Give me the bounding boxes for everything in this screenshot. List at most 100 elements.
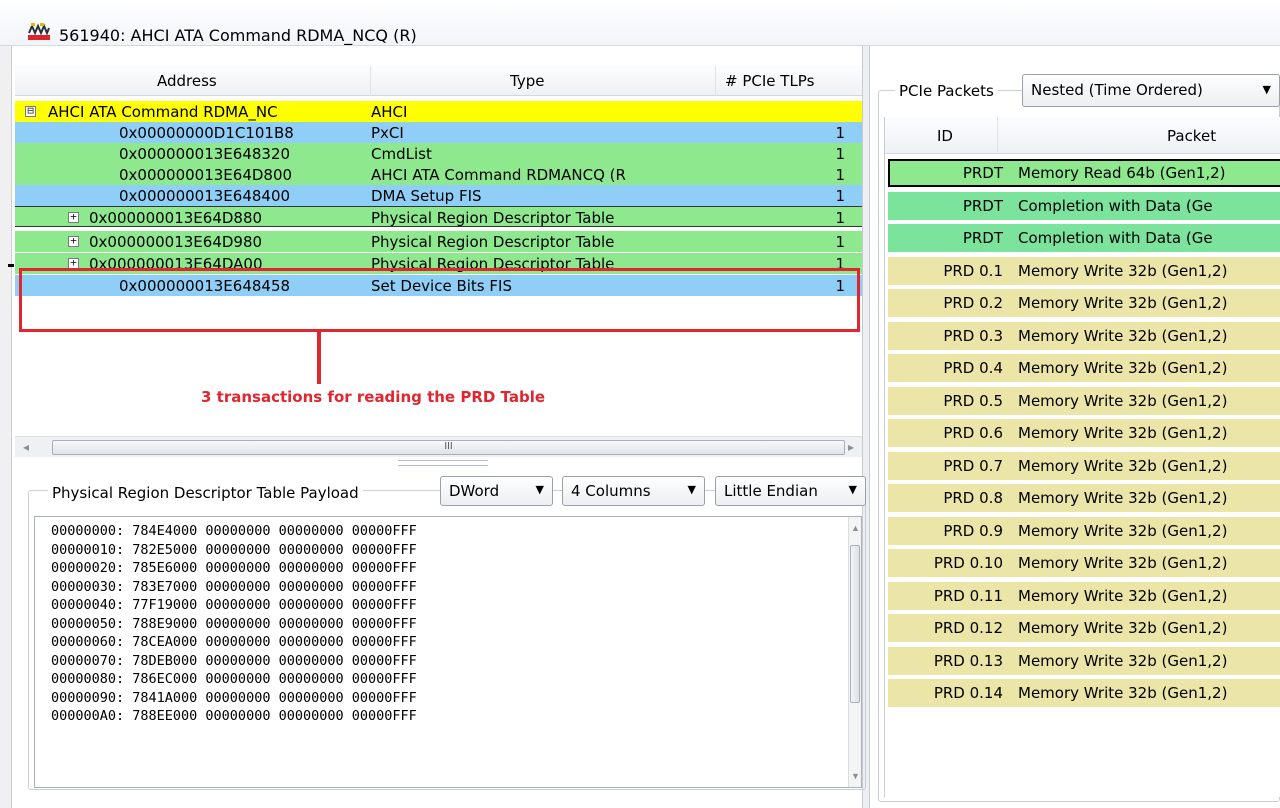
- chevron-down-icon: ▼: [1262, 83, 1271, 96]
- tree-row-address: 0x000000013E648320: [119, 145, 291, 163]
- tree-row-type: PxCI: [371, 124, 404, 142]
- expand-toggle-icon[interactable]: +: [68, 211, 79, 223]
- packet-id: PRD 0.6: [943, 424, 1003, 442]
- packet-row[interactable]: PRDT Memory Read 64b (Gen1,2): [888, 159, 1280, 187]
- payload-columns-select[interactable]: 4 Columns ▼: [562, 476, 705, 506]
- scroll-down-icon[interactable]: ▼: [851, 771, 860, 781]
- chevron-down-icon: ▼: [687, 483, 696, 496]
- tree-row-tlps: 1: [835, 166, 845, 184]
- packet-description: Memory Write 32b (Gen1,2): [1018, 554, 1228, 572]
- tree-row[interactable]: +0x000000013E64D980 Physical Region Descr…: [15, 231, 866, 252]
- packets-view-select[interactable]: Nested (Time Ordered) ▼: [1022, 74, 1280, 107]
- pcie-packets-label: PCIe Packets: [895, 82, 998, 100]
- tree-row[interactable]: 0x00000000D1C101B8 PxCI 1: [15, 122, 866, 143]
- packet-id: PRD 0.12: [933, 619, 1003, 637]
- packet-row[interactable]: PRDT Completion with Data (Ge: [888, 191, 1280, 220]
- tree-row-type: CmdList: [371, 145, 432, 163]
- column-header-type[interactable]: Type: [510, 72, 544, 90]
- tree-row-address: 0x000000013E648400: [119, 187, 291, 205]
- hex-line: 000000A0: 788EE000 00000000 00000000 000…: [51, 708, 417, 724]
- packet-row[interactable]: PRD 0.5 Memory Write 32b (Gen1,2): [888, 386, 1280, 415]
- tree-row-address: 0x000000013E64D980: [89, 233, 263, 251]
- packet-description: Memory Write 32b (Gen1,2): [1018, 294, 1228, 312]
- tree-row[interactable]: ⊟ AHCI ATA Command RDMA_NC AHCI: [15, 101, 866, 122]
- packet-row[interactable]: PRD 0.2 Memory Write 32b (Gen1,2): [888, 289, 1280, 317]
- packet-description: Completion with Data (Ge: [1018, 229, 1213, 247]
- tree-row-address: 0x000000013E64D880: [89, 209, 263, 227]
- payload-vertical-scrollbar[interactable]: ▲ ▼: [848, 517, 861, 787]
- packet-id: PRD 0.7: [943, 456, 1003, 475]
- column-header-tlps[interactable]: # PCIe TLPs: [725, 72, 814, 90]
- packet-row[interactable]: PRD 0.10 Memory Write 32b (Gen1,2): [888, 549, 1280, 577]
- payload-endian-select[interactable]: Little Endian ▼: [715, 476, 866, 506]
- packet-row[interactable]: PRD 0.11 Memory Write 32b (Gen1,2): [888, 581, 1280, 610]
- hex-line: 00000060: 78CEA000 00000000 00000000 000…: [51, 634, 417, 650]
- packet-description: Memory Write 32b (Gen1,2): [1018, 619, 1228, 637]
- tree-row-address: AHCI ATA Command RDMA_NC: [48, 103, 278, 121]
- annotation-text: 3 transactions for reading the PRD Table: [201, 388, 546, 406]
- expand-toggle-icon[interactable]: ⊟: [25, 105, 36, 117]
- packets-view-value: Nested (Time Ordered): [1031, 81, 1203, 99]
- column-header-address[interactable]: Address: [157, 72, 217, 90]
- payload-endian-value: Little Endian: [724, 482, 818, 500]
- chevron-down-icon: ▼: [848, 483, 857, 496]
- packet-row[interactable]: PRD 0.14 Memory Write 32b (Gen1,2): [888, 679, 1280, 707]
- packet-row[interactable]: PRD 0.3 Memory Write 32b (Gen1,2): [888, 321, 1280, 350]
- packet-description: Memory Write 32b (Gen1,2): [1018, 261, 1228, 280]
- packet-description: Memory Write 32b (Gen1,2): [1018, 651, 1228, 670]
- scroll-thumb[interactable]: [850, 545, 860, 703]
- packets-header: ID Packet: [885, 117, 1280, 154]
- packet-description: Memory Write 32b (Gen1,2): [1018, 684, 1228, 702]
- tree-horizontal-scrollbar[interactable]: ◂ III ▸: [15, 436, 866, 457]
- tree-row[interactable]: +0x000000013E64D880 Physical Region Descr…: [15, 206, 866, 227]
- payload-hex-view[interactable]: 00000000: 784E4000 00000000 00000000 000…: [34, 516, 862, 788]
- splitter-marker: [8, 264, 14, 267]
- packet-id: PRD 0.8: [943, 489, 1003, 507]
- packet-row[interactable]: PRD 0.7 Memory Write 32b (Gen1,2): [888, 451, 1280, 480]
- packet-description: Memory Write 32b (Gen1,2): [1018, 391, 1228, 410]
- tree-row[interactable]: 0x000000013E648320 CmdList 1: [15, 143, 866, 164]
- column-header-packet[interactable]: Packet: [1167, 127, 1216, 145]
- packet-description: Memory Write 32b (Gen1,2): [1018, 489, 1228, 507]
- packet-row[interactable]: PRD 0.6 Memory Write 32b (Gen1,2): [888, 419, 1280, 447]
- packet-id: PRDT: [962, 164, 1003, 182]
- payload-format-select[interactable]: DWord ▼: [440, 476, 553, 506]
- scroll-right-icon[interactable]: ▸: [848, 440, 854, 454]
- packet-row[interactable]: PRDT Completion with Data (Ge: [888, 224, 1280, 252]
- scroll-up-icon[interactable]: ▲: [851, 523, 860, 533]
- packet-description: Memory Write 32b (Gen1,2): [1018, 326, 1228, 345]
- packet-description: Memory Write 32b (Gen1,2): [1018, 359, 1228, 377]
- tree-row-type: AHCI: [371, 103, 408, 121]
- packet-id: PRD 0.1: [943, 261, 1003, 280]
- chevron-down-icon: ▼: [535, 483, 544, 496]
- hex-line: 00000030: 783E7000 00000000 00000000 000…: [51, 578, 417, 595]
- packet-description: Completion with Data (Ge: [1018, 196, 1213, 215]
- scroll-left-icon[interactable]: ◂: [23, 440, 29, 454]
- tree-row-tlps: 1: [835, 124, 845, 142]
- packet-description: Memory Write 32b (Gen1,2): [1018, 456, 1228, 475]
- tree-row-type: Physical Region Descriptor Table: [371, 233, 615, 251]
- tree-row[interactable]: 0x000000013E64D800 AHCI ATA Command RDMAN…: [15, 164, 866, 185]
- tree-row[interactable]: 0x000000013E648400 DMA Setup FIS 1: [15, 185, 866, 206]
- horizontal-splitter[interactable]: [398, 460, 488, 466]
- packet-description: Memory Write 32b (Gen1,2): [1018, 424, 1228, 442]
- column-header-id[interactable]: ID: [937, 127, 953, 145]
- packet-row[interactable]: PRD 0.4 Memory Write 32b (Gen1,2): [888, 354, 1280, 382]
- scroll-thumb[interactable]: III: [52, 440, 845, 455]
- packet-description: Memory Write 32b (Gen1,2): [1018, 521, 1228, 540]
- packet-row[interactable]: PRD 0.1 Memory Write 32b (Gen1,2): [888, 256, 1280, 285]
- payload-label: Physical Region Descriptor Table Payload: [48, 484, 363, 502]
- hex-line: 00000090: 7841A000 00000000 00000000 000…: [51, 689, 417, 706]
- packet-row[interactable]: PRD 0.12 Memory Write 32b (Gen1,2): [888, 614, 1280, 642]
- packets-list[interactable]: ID Packet PRDT Memory Read 64b (Gen1,2) PR…: [884, 117, 1280, 797]
- packet-id: PRD 0.13: [933, 651, 1003, 670]
- packet-row[interactable]: PRD 0.8 Memory Write 32b (Gen1,2): [888, 484, 1280, 512]
- expand-toggle-icon[interactable]: +: [68, 235, 79, 247]
- tree-row-type: DMA Setup FIS: [371, 187, 482, 205]
- packet-row[interactable]: PRD 0.13 Memory Write 32b (Gen1,2): [888, 646, 1280, 675]
- tree-row-address: 0x000000013E64D800: [119, 166, 293, 184]
- packet-id: PRD 0.11: [933, 586, 1003, 605]
- title-bar: 561940: AHCI ATA Command RDMA_NCQ (R): [0, 0, 1280, 46]
- packet-row[interactable]: PRD 0.9 Memory Write 32b (Gen1,2): [888, 516, 1280, 545]
- packet-description: Memory Read 64b (Gen1,2): [1018, 164, 1226, 182]
